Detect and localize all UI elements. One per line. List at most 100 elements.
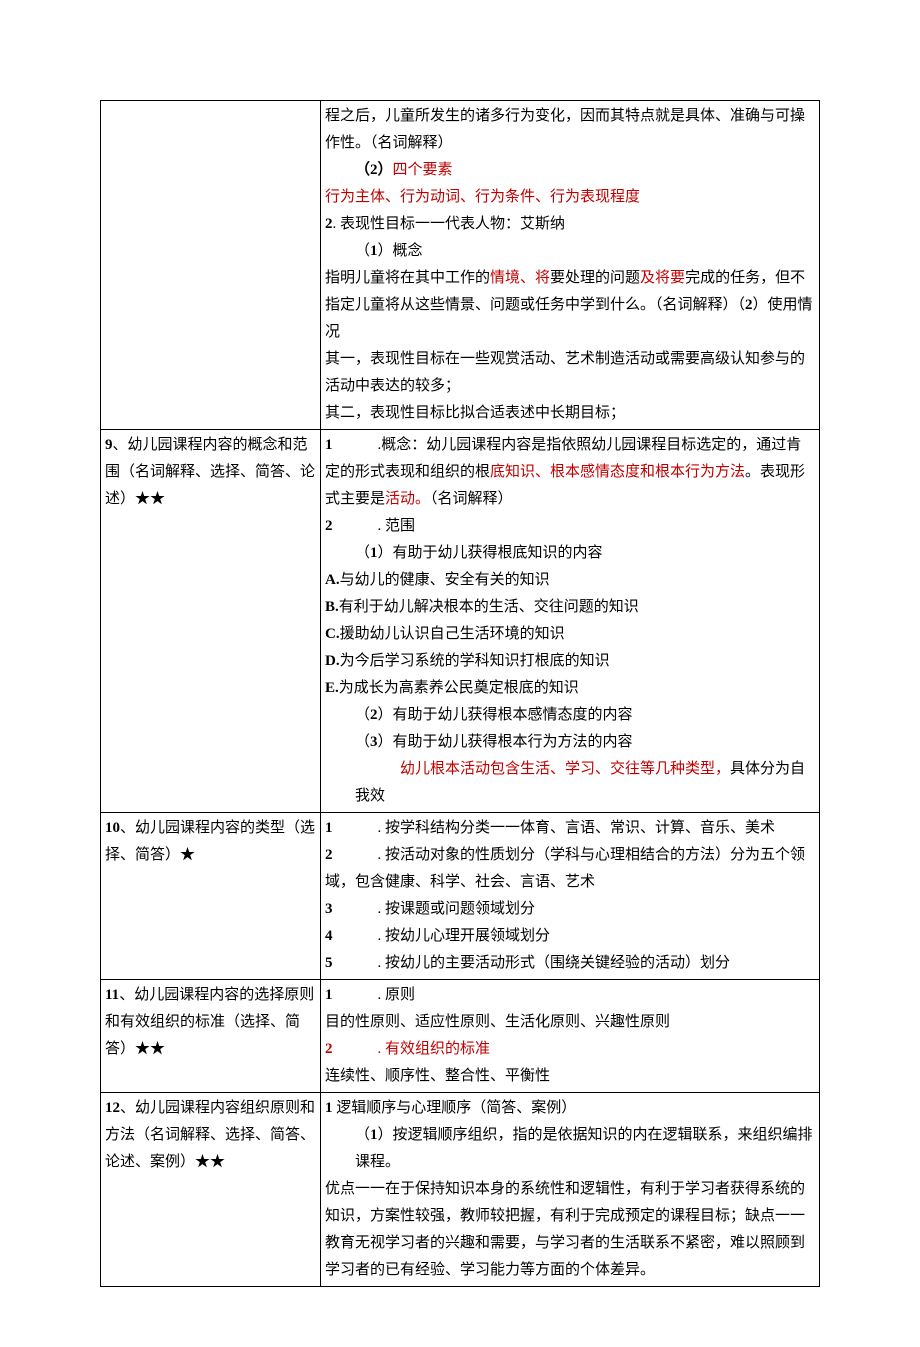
line: 幼儿根本活动包含生活、学习、交往等几种类型，具体分为自我效 — [325, 756, 815, 810]
right-cell: 程之后，儿童所发生的诸多行为变化，因而其特点就是具体、准确与可操作性。（名词解释… — [321, 101, 820, 430]
line: 2. 表现性目标一一代表人物：艾斯纳 — [325, 211, 815, 238]
text-run: 逻辑顺序与心理顺序（简答、案例） — [333, 1100, 577, 1116]
text-run: 2 — [370, 707, 378, 723]
right-cell: 1 . 按学科结构分类一一体育、言语、常识、计算、音乐、美术2 . 按活动对象的… — [321, 813, 820, 980]
text-run — [355, 761, 400, 777]
text-run: 为今后学习系统的学科知识打根底的知识 — [340, 653, 610, 669]
text-run: . 按幼儿的主要活动形式（围绕关键经验的活动）划分 — [333, 955, 731, 971]
text-run: 9 — [105, 437, 113, 453]
text-run: . 按课题或问题领域划分 — [333, 901, 536, 917]
text-run: 情境、将 — [490, 270, 550, 286]
text-run: 有利于幼儿解决根本的生活、交往问题的知识 — [339, 599, 639, 615]
text-run: 11 — [105, 987, 119, 1003]
text-run: 5 — [325, 955, 333, 971]
line: 连续性、顺序性、整合性、平衡性 — [325, 1063, 815, 1090]
line: 程之后，儿童所发生的诸多行为变化，因而其特点就是具体、准确与可操作性。（名词解释… — [325, 103, 815, 157]
right-cell: 1 .概念：幼儿园课程内容是指依照幼儿园课程目标选定的，通过肯定的形式表现和组织… — [321, 430, 820, 813]
text-run: 、幼儿园课程内容组织原则和方法（名词解释、选择、简答、论述、案例）★★ — [105, 1100, 315, 1170]
line: 1 . 按学科结构分类一一体育、言语、常识、计算、音乐、美术 — [325, 815, 815, 842]
line: E.为成长为高素养公民奠定根底的知识 — [325, 675, 815, 702]
text-run: 1 — [325, 820, 333, 836]
text-run: . 范围 — [333, 518, 416, 534]
text-run: 2 — [370, 162, 378, 178]
text-run — [333, 1041, 378, 1057]
text-run: . 按活动对象的性质划分（学科与心理相结合的方法）分为五个领域，包含健康、科学、… — [325, 847, 805, 890]
line: （2）四个要素 — [325, 157, 815, 184]
text-run: . 表现性目标一一代表人物：艾斯纳 — [333, 216, 566, 232]
line: 目的性原则、适应性原则、生活化原则、兴趣性原则 — [325, 1009, 815, 1036]
text-run: 四个要素 — [393, 162, 453, 178]
line: 1 .概念：幼儿园课程内容是指依照幼儿园课程目标选定的，通过肯定的形式表现和组织… — [325, 432, 815, 513]
line: 2 . 有效组织的标准 — [325, 1036, 815, 1063]
line: （1）有助于幼儿获得根底知识的内容 — [325, 540, 815, 567]
text-run: 其一，表现性目标在一些观赏活动、艺术制造活动或需要高级认知参与的活动中表达的较多… — [325, 351, 805, 394]
line: 指明儿童将在其中工作的情境、将要处理的问题及将要完成的任务，但不指定儿童将从这些… — [325, 265, 815, 346]
document-table: 程之后，儿童所发生的诸多行为变化，因而其特点就是具体、准确与可操作性。（名词解释… — [100, 100, 820, 1287]
text-run: 其二，表现性目标比拟合适表述中长期目标； — [325, 405, 625, 421]
left-cell: 9、幼儿园课程内容的概念和范围（名词解释、选择、简答、论述）★★ — [101, 430, 321, 813]
line: 其一，表现性目标在一些观赏活动、艺术制造活动或需要高级认知参与的活动中表达的较多… — [325, 346, 815, 400]
text-run: 2 — [325, 1041, 333, 1057]
line: A.与幼儿的健康、安全有关的知识 — [325, 567, 815, 594]
text-run: C. — [325, 626, 340, 642]
text-run: 1 — [370, 243, 378, 259]
text-run: 程之后，儿童所发生的诸多行为变化，因而其特点就是具体、准确与可操作性。（名词解释… — [325, 108, 805, 151]
left-cell — [101, 101, 321, 430]
text-run: 指明儿童将在其中工作的 — [325, 270, 490, 286]
table-row: 12、幼儿园课程内容组织原则和方法（名词解释、选择、简答、论述、案例）★★1 逻… — [101, 1093, 820, 1287]
text-run: （ — [355, 545, 370, 561]
text-run: 行为主体、行为动词、行为条件、行为表现程度 — [325, 189, 640, 205]
table-row: 程之后，儿童所发生的诸多行为变化，因而其特点就是具体、准确与可操作性。（名词解释… — [101, 101, 820, 430]
text-run: （名词解释） — [430, 491, 513, 507]
text-run: . 按学科结构分类一一体育、言语、常识、计算、音乐、美术 — [333, 820, 776, 836]
line: （1）概念 — [325, 238, 815, 265]
line: 2 . 按活动对象的性质划分（学科与心理相结合的方法）分为五个领域，包含健康、科… — [325, 842, 815, 896]
text-run: ）有助于幼儿获得根底知识的内容 — [378, 545, 603, 561]
right-cell: 1 逻辑顺序与心理顺序（简答、案例）（1）按逻辑顺序组织，指的是依据知识的内在逻… — [321, 1093, 820, 1287]
text-run: （ — [355, 1127, 370, 1143]
text-run: （ — [355, 162, 370, 178]
text-run: 2 — [745, 297, 753, 313]
text-run: 为成长为高素养公民奠定根底的知识 — [339, 680, 579, 696]
line: 1 . 原则 — [325, 982, 815, 1009]
table-row: 9、幼儿园课程内容的概念和范围（名词解释、选择、简答、论述）★★1 .概念：幼儿… — [101, 430, 820, 813]
text-run: B. — [325, 599, 339, 615]
text-run: 、幼儿园课程内容的概念和范围（名词解释、选择、简答、论述）★★ — [105, 437, 315, 507]
text-run: . 有效组织的标准 — [378, 1041, 491, 1057]
left-cell: 10、幼儿园课程内容的类型（选择、简答）★ — [101, 813, 321, 980]
line: （1）按逻辑顺序组织，指的是依据知识的内在逻辑联系，来组织编排课程。 — [325, 1122, 815, 1176]
text-run: 要处理的问题 — [550, 270, 640, 286]
table-row: 11、幼儿园课程内容的选择原则和有效组织的标准（选择、简答）★★1 . 原则目的… — [101, 980, 820, 1093]
text-run: A. — [325, 572, 340, 588]
text-run: 与幼儿的健康、安全有关的知识 — [340, 572, 550, 588]
text-run: 幼儿根本活动包含生活、学习、交往等几种类型， — [400, 761, 730, 777]
left-cell: 11、幼儿园课程内容的选择原则和有效组织的标准（选择、简答）★★ — [101, 980, 321, 1093]
text-run: ）按逻辑顺序组织，指的是依据知识的内在逻辑联系，来组织编排课程。 — [355, 1127, 813, 1170]
text-run: . 按幼儿心理开展领域划分 — [333, 928, 551, 944]
text-run: 及将要 — [640, 270, 685, 286]
line: 行为主体、行为动词、行为条件、行为表现程度 — [325, 184, 815, 211]
text-run: ）有助于幼儿获得根本行为方法的内容 — [378, 734, 633, 750]
text-run: D. — [325, 653, 340, 669]
text-run: 12 — [105, 1100, 120, 1116]
text-run: 援助幼儿认识自己生活环境的知识 — [340, 626, 565, 642]
line: 4 . 按幼儿心理开展领域划分 — [325, 923, 815, 950]
text-run: （ — [355, 243, 370, 259]
line: 1 逻辑顺序与心理顺序（简答、案例） — [325, 1095, 815, 1122]
text-run: 3 — [325, 901, 333, 917]
text-run: 4 — [325, 928, 333, 944]
text-run: 3 — [370, 734, 378, 750]
line: C.援助幼儿认识自己生活环境的知识 — [325, 621, 815, 648]
left-cell: 12、幼儿园课程内容组织原则和方法（名词解释、选择、简答、论述、案例）★★ — [101, 1093, 321, 1287]
right-cell: 1 . 原则目的性原则、适应性原则、生活化原则、兴趣性原则 2 . 有效组织的标准… — [321, 980, 820, 1093]
text-run: 1 — [325, 1100, 333, 1116]
line: 2 . 范围 — [325, 513, 815, 540]
text-run: ）有助于幼儿获得根本感情态度的内容 — [378, 707, 633, 723]
text-run: （ — [355, 734, 370, 750]
text-run: ）概念 — [378, 243, 423, 259]
text-run: ） — [378, 162, 393, 178]
line: （3）有助于幼儿获得根本行为方法的内容 — [325, 729, 815, 756]
text-run: 10 — [105, 820, 120, 836]
text-run: 目的性原则、适应性原则、生活化原则、兴趣性原则 — [325, 1014, 670, 1030]
text-run: 1 — [325, 987, 333, 1003]
